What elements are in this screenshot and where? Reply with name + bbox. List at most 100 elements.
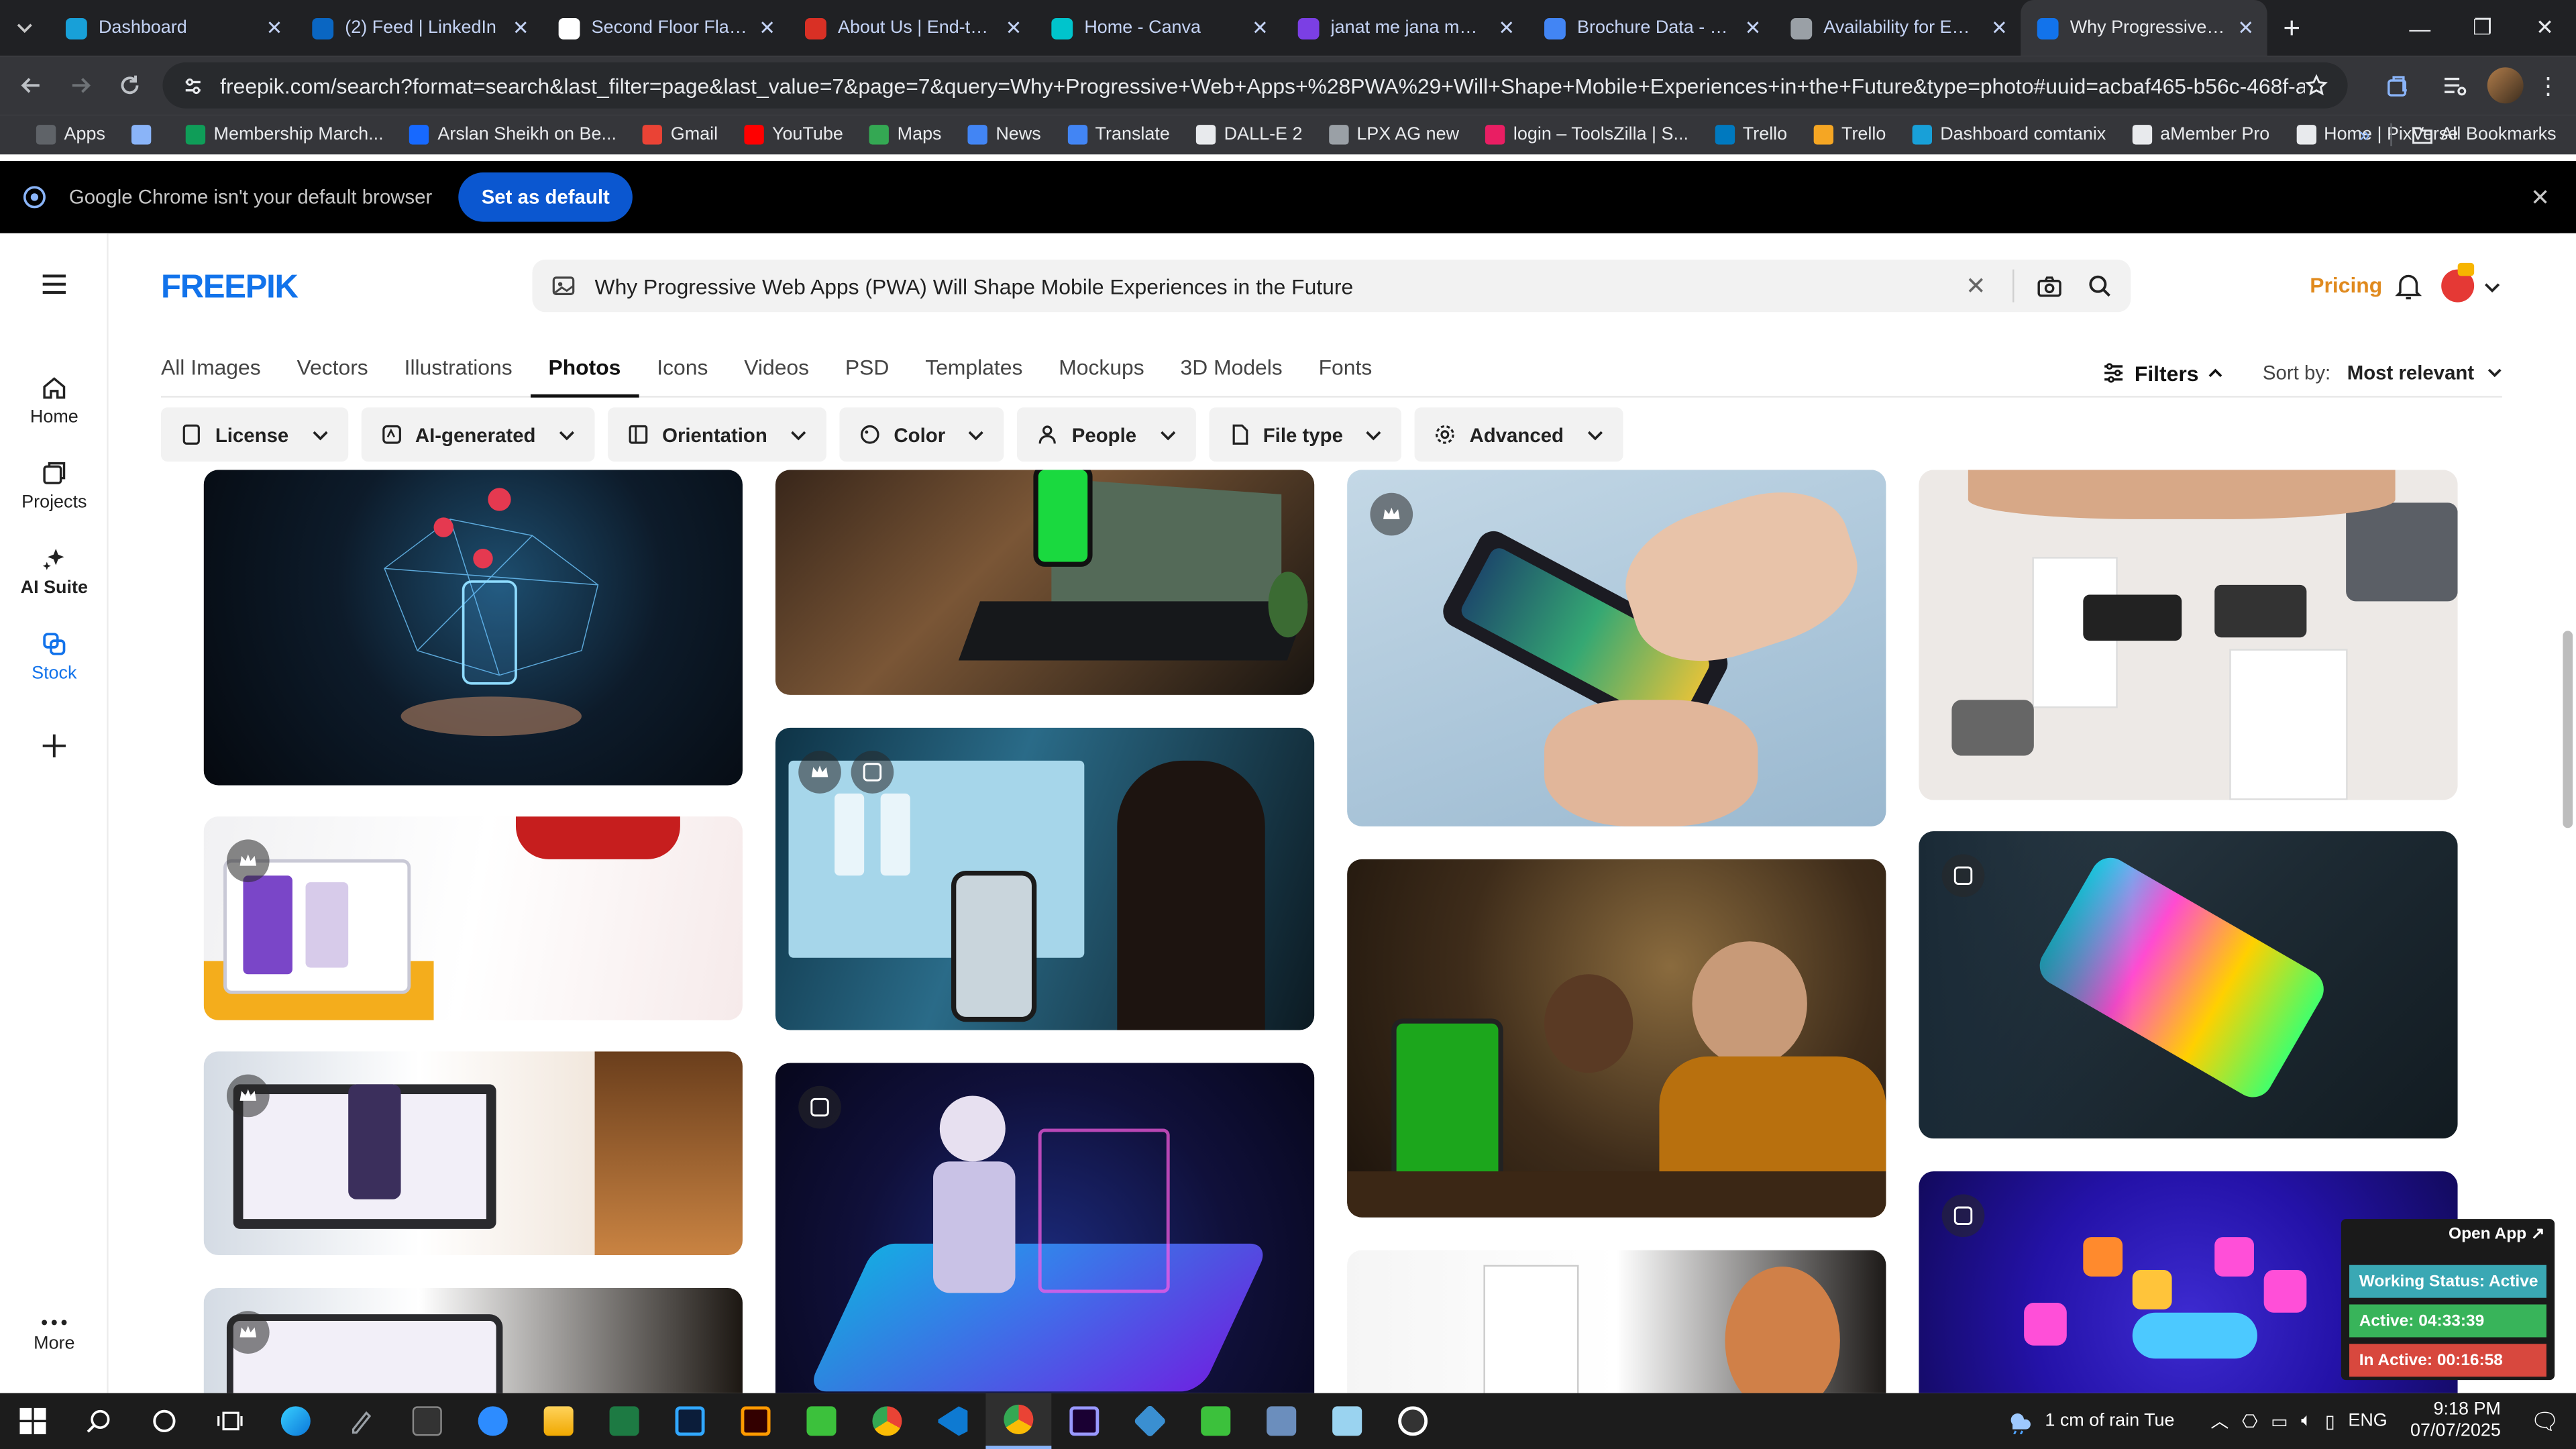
set-as-default-button[interactable]: Set as default: [458, 172, 633, 222]
browser-tab[interactable]: Home - Canva ✕: [1035, 0, 1281, 56]
sidebar-item-ai-suite[interactable]: AI Suite: [0, 545, 109, 598]
battery-icon[interactable]: ▯: [2325, 1410, 2335, 1432]
filter-orientation-button[interactable]: Orientation: [608, 407, 827, 462]
tab-illustrations[interactable]: Illustrations: [386, 355, 531, 398]
close-tab-icon[interactable]: ✕: [266, 16, 283, 39]
filter-file-type-button[interactable]: File type: [1208, 407, 1403, 462]
close-tab-icon[interactable]: ✕: [1006, 16, 1022, 39]
restore-icon[interactable]: ❐: [2451, 0, 2514, 56]
bookmark-item[interactable]: DALL-E 2: [1183, 125, 1316, 145]
task-view-icon[interactable]: [197, 1393, 263, 1449]
more-bookmarks-icon[interactable]: »: [2359, 123, 2370, 146]
back-icon[interactable]: [7, 61, 56, 110]
page-scrollbar[interactable]: [2559, 233, 2576, 1393]
bookmark-item[interactable]: aMember Pro: [2119, 125, 2283, 145]
notification-bell-icon[interactable]: [2395, 273, 2422, 301]
sidebar-item-home[interactable]: Home: [0, 374, 109, 427]
extensions-icon[interactable]: [2375, 72, 2422, 99]
tab-all-images[interactable]: All Images: [161, 355, 279, 398]
filter-advanced-button[interactable]: Advanced: [1415, 407, 1623, 462]
sidebar-item-more[interactable]: More: [0, 1318, 109, 1354]
hamburger-menu-icon[interactable]: [0, 273, 109, 296]
bookmark-item[interactable]: login – ToolsZilla | S...: [1472, 125, 1702, 145]
sidebar-add-button[interactable]: [0, 733, 109, 759]
menu-kebab-icon[interactable]: ⋮: [2533, 72, 2563, 100]
pen-app-icon[interactable]: [329, 1393, 394, 1449]
network-icon[interactable]: ▭: [2271, 1410, 2288, 1432]
bookmark-item[interactable]: Arslan Sheikh on Be...: [396, 125, 629, 145]
media-controls-icon[interactable]: [2431, 72, 2477, 99]
chrome-app-icon[interactable]: [854, 1393, 920, 1449]
scrollbar-thumb[interactable]: [2563, 631, 2573, 828]
minimize-icon[interactable]: —: [2389, 0, 2451, 56]
vscode-app-icon[interactable]: [920, 1393, 985, 1449]
photoshop-app-icon[interactable]: [657, 1393, 723, 1449]
forward-icon[interactable]: [56, 61, 105, 110]
browser-tab[interactable]: Second Floor Flat For ✕: [542, 0, 788, 56]
result-image[interactable]: [1919, 831, 2458, 1139]
open-app-link[interactable]: Open App ↗: [2449, 1226, 2544, 1244]
premiere-app-icon[interactable]: [1051, 1393, 1117, 1449]
tab-videos[interactable]: Videos: [726, 355, 827, 398]
bookmark-item[interactable]: Trello: [1801, 125, 1899, 145]
result-image[interactable]: [1919, 470, 2458, 800]
address-bar[interactable]: freepik.com/search?format=search&last_fi…: [162, 62, 2348, 109]
new-tab-button[interactable]: +: [2267, 0, 2316, 56]
tab-icons[interactable]: Icons: [639, 355, 726, 398]
tab-vectors[interactable]: Vectors: [279, 355, 386, 398]
terminal-app-icon[interactable]: [394, 1393, 460, 1449]
bookmark-item[interactable]: LPX AG new: [1316, 125, 1472, 145]
close-tab-icon[interactable]: ✕: [2237, 16, 2254, 39]
filter-color-button[interactable]: Color: [839, 407, 1005, 462]
weather-widget[interactable]: 1 cm of rain Tue: [2006, 1408, 2175, 1434]
browser-tab[interactable]: Availability for EST sh ✕: [1774, 0, 2021, 56]
start-button[interactable]: [0, 1393, 66, 1449]
filter-license-button[interactable]: License: [161, 407, 348, 462]
result-image[interactable]: [1347, 470, 1886, 826]
close-tab-icon[interactable]: ✕: [1745, 16, 1762, 39]
result-image[interactable]: [203, 1051, 743, 1256]
app-icon-green[interactable]: [1183, 1393, 1248, 1449]
bookmark-item[interactable]: Membership March...: [172, 125, 396, 145]
meet-now-icon[interactable]: ⎔: [2242, 1410, 2258, 1432]
site-info-icon[interactable]: [182, 74, 204, 96]
notepad-app-icon[interactable]: [1314, 1393, 1380, 1449]
result-image[interactable]: [1347, 1250, 1886, 1393]
volume-icon[interactable]: 🔈︎: [2301, 1410, 2312, 1432]
bookmark-item[interactable]: Apps: [23, 125, 118, 145]
chevron-up-icon[interactable]: ︿: [2210, 1408, 2229, 1434]
bookmark-item[interactable]: Trello: [1702, 125, 1801, 145]
pricing-link[interactable]: Pricing: [2310, 273, 2382, 298]
browser-tab[interactable]: Brochure Data - Goo ✕: [1528, 0, 1774, 56]
close-tab-icon[interactable]: ✕: [1991, 16, 2008, 39]
result-image[interactable]: [203, 816, 743, 1020]
cortana-icon[interactable]: [131, 1393, 197, 1449]
sidebar-item-stock[interactable]: Stock: [0, 631, 109, 684]
browser-tab[interactable]: About Us | End-to-En ✕: [789, 0, 1035, 56]
language-indicator[interactable]: ENG: [2348, 1411, 2387, 1431]
browser-tab[interactable]: janat me jana mumk ✕: [1281, 0, 1527, 56]
chevron-down-icon[interactable]: [2484, 282, 2500, 292]
close-window-icon[interactable]: ✕: [2514, 0, 2576, 56]
browser-tab[interactable]: (2) Feed | LinkedIn ✕: [296, 0, 542, 56]
camera-icon[interactable]: [2037, 275, 2062, 297]
result-image[interactable]: [1347, 859, 1886, 1218]
bookmark-item[interactable]: [119, 125, 173, 145]
tab-mockups[interactable]: Mockups: [1040, 355, 1162, 398]
close-banner-icon[interactable]: ✕: [2530, 183, 2550, 211]
illustrator-app-icon[interactable]: [723, 1393, 789, 1449]
close-tab-icon[interactable]: ✕: [1498, 16, 1515, 39]
tab-psd[interactable]: PSD: [827, 355, 907, 398]
bookmark-item[interactable]: Translate: [1054, 125, 1183, 145]
profile-avatar[interactable]: [2487, 67, 2524, 104]
tab-templates[interactable]: Templates: [907, 355, 1040, 398]
result-image[interactable]: [775, 470, 1315, 695]
app-icon-blue[interactable]: [1117, 1393, 1183, 1449]
browser-tab[interactable]: Why Progressive Web ✕: [2021, 0, 2267, 56]
notification-center-icon[interactable]: 🗨︎: [2530, 1407, 2560, 1436]
close-tab-icon[interactable]: ✕: [759, 16, 775, 39]
tab-search-button[interactable]: [0, 0, 49, 56]
bookmark-star-icon[interactable]: [2305, 74, 2328, 97]
result-image[interactable]: [775, 1063, 1315, 1393]
clock[interactable]: 9:18 PM 07/07/2025: [2410, 1400, 2501, 1443]
